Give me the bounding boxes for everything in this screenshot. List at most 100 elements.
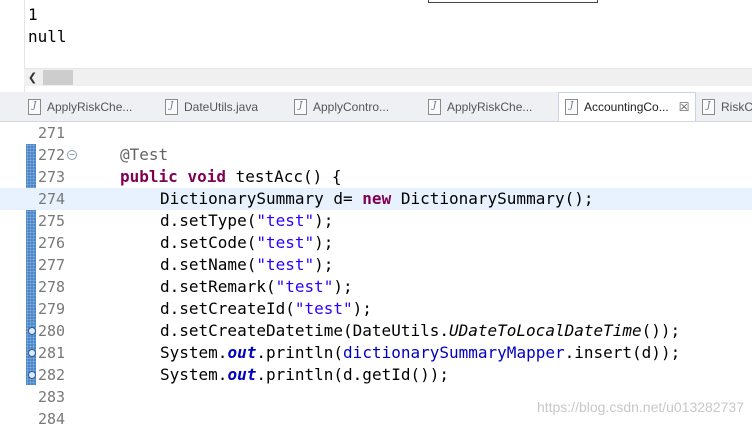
code-line[interactable]: 280 d.setCreateDatetime(DateUtils.UDateTo… <box>0 320 752 342</box>
console-line: null <box>28 27 67 46</box>
tab-risk-co[interactable]: J RiskCo <box>702 92 752 121</box>
code-token: out <box>227 365 257 384</box>
console-output: 1 null ❮ <box>0 0 752 92</box>
code-token: out <box>227 343 257 362</box>
code-line[interactable]: 271 <box>0 122 752 144</box>
code-token: UDateToLocalDateTime <box>448 321 642 340</box>
code-token: public <box>120 167 178 186</box>
line-number: 275 <box>38 212 66 230</box>
code-token: d.setName( <box>160 255 257 274</box>
code-token: ); <box>333 277 353 296</box>
occurrence-marker-icon <box>28 371 36 379</box>
tab-label: ApplyRiskChe... <box>447 99 533 114</box>
code-token: new <box>362 189 392 208</box>
line-number: 283 <box>38 388 66 406</box>
code-line[interactable]: 278 d.setRemark("test"); <box>0 276 752 298</box>
console-line: 1 <box>28 5 38 24</box>
editor-tab-bar: J ApplyRiskChe... J DateUtils.java J App… <box>0 92 752 122</box>
code-line[interactable]: 276 d.setCode("test"); <box>0 232 752 254</box>
code-text: d.setCode("test"); <box>160 232 333 254</box>
code-line[interactable]: 272− @Test <box>0 144 752 166</box>
code-token: ); <box>352 299 372 318</box>
code-line[interactable]: 273 public void testAcc() { <box>0 166 752 188</box>
code-token: ); <box>314 233 334 252</box>
code-line[interactable]: 281 System.out.println(dictionarySummaryM… <box>0 342 752 364</box>
code-line[interactable]: 282 System.out.println(d.getId()); <box>0 364 752 386</box>
code-text: public void testAcc() { <box>120 166 342 188</box>
line-number: 272 <box>38 146 66 164</box>
line-number: 273 <box>38 168 66 186</box>
console-gutter <box>0 0 25 92</box>
code-line[interactable]: 279 d.setCreateId("test"); <box>0 298 752 320</box>
code-text: d.setType("test"); <box>160 210 333 232</box>
code-token: System. <box>160 343 228 362</box>
code-text: d.setName("test"); <box>160 254 333 276</box>
line-number: 281 <box>38 344 66 362</box>
code-token: "test" <box>294 299 353 318</box>
scroll-left-arrow-icon[interactable]: ❮ <box>24 69 41 86</box>
code-line[interactable]: 275 d.setType("test"); <box>0 210 752 232</box>
scrollbar-thumb[interactable] <box>43 70 73 85</box>
code-text: System.out.println(dictionarySummaryMapp… <box>160 342 680 364</box>
console-horizontal-scrollbar[interactable]: ❮ <box>24 68 752 86</box>
tab-label: AccountingCo... <box>584 100 669 114</box>
line-number: 277 <box>38 256 66 274</box>
tab-accounting-controller[interactable]: J AccountingCo... ☒ <box>558 92 696 121</box>
code-token: testAcc() { <box>225 167 342 186</box>
code-token: .println( <box>256 343 344 362</box>
tab-label: ApplyRiskChe... <box>47 99 133 114</box>
java-file-icon: J <box>702 98 715 115</box>
java-file-icon: J <box>428 98 441 115</box>
line-number: 276 <box>38 234 66 252</box>
code-token: "test" <box>256 233 315 252</box>
code-line[interactable]: 277 d.setName("test"); <box>0 254 752 276</box>
code-token: d.setCreateId( <box>160 299 295 318</box>
tab-label: DateUtils.java <box>184 99 259 114</box>
tab-label: ApplyContro... <box>313 99 390 114</box>
line-number: 271 <box>38 124 66 142</box>
line-number: 282 <box>38 366 66 384</box>
code-token: d.setCreateDatetime(DateUtils. <box>160 321 449 340</box>
code-token: DictionarySummary d= <box>160 189 363 208</box>
fold-collapse-icon[interactable]: − <box>67 150 77 160</box>
code-token: ()); <box>641 321 681 340</box>
code-token: ); <box>314 255 334 274</box>
java-file-icon: J <box>165 98 178 115</box>
watermark: https://blog.csdn.net/u013282737 <box>536 399 744 415</box>
code-token: "test" <box>256 211 315 230</box>
tab-apply-risk-check-1[interactable]: J ApplyRiskChe... <box>28 92 132 121</box>
tab-label: RiskCo <box>721 99 752 114</box>
java-file-icon: J <box>565 99 578 115</box>
java-file-icon: J <box>294 98 307 115</box>
tab-apply-risk-check-2[interactable]: J ApplyRiskChe... <box>428 92 532 121</box>
line-number: 274 <box>38 190 66 208</box>
line-number: 278 <box>38 278 66 296</box>
code-token: d.setRemark( <box>160 277 276 296</box>
close-tab-icon[interactable]: ☒ <box>679 100 690 114</box>
code-token: .insert(d)); <box>564 343 681 362</box>
java-file-icon: J <box>28 98 41 115</box>
code-token: DictionarySummary(); <box>391 189 594 208</box>
code-token: ); <box>314 211 334 230</box>
tab-apply-controller[interactable]: J ApplyContro... <box>294 92 389 121</box>
code-text: d.setRemark("test"); <box>160 276 353 298</box>
code-token: d.setCode( <box>160 233 257 252</box>
code-text: d.setCreateDatetime(DateUtils.UDateToLoc… <box>160 320 680 342</box>
code-token: d.setType( <box>160 211 257 230</box>
code-token: dictionarySummaryMapper <box>343 343 565 362</box>
occurrence-marker-icon <box>28 349 36 357</box>
code-token: void <box>187 167 226 186</box>
code-token: "test" <box>275 277 334 296</box>
code-token: .println(d.getId()); <box>256 365 449 384</box>
line-number: 280 <box>38 322 66 340</box>
code-token: @Test <box>120 145 169 164</box>
code-line[interactable]: 274 DictionarySummary d= new DictionarySu… <box>0 188 752 210</box>
code-token: System. <box>160 365 228 384</box>
code-text: DictionarySummary d= new DictionarySumma… <box>160 188 594 210</box>
line-number: 284 <box>38 410 66 428</box>
tab-date-utils[interactable]: J DateUtils.java <box>165 92 258 121</box>
code-editor[interactable]: 271 272− @Test 273 public void testAcc() {27… <box>0 122 752 428</box>
code-text: System.out.println(d.getId()); <box>160 364 449 386</box>
line-number: 279 <box>38 300 66 318</box>
